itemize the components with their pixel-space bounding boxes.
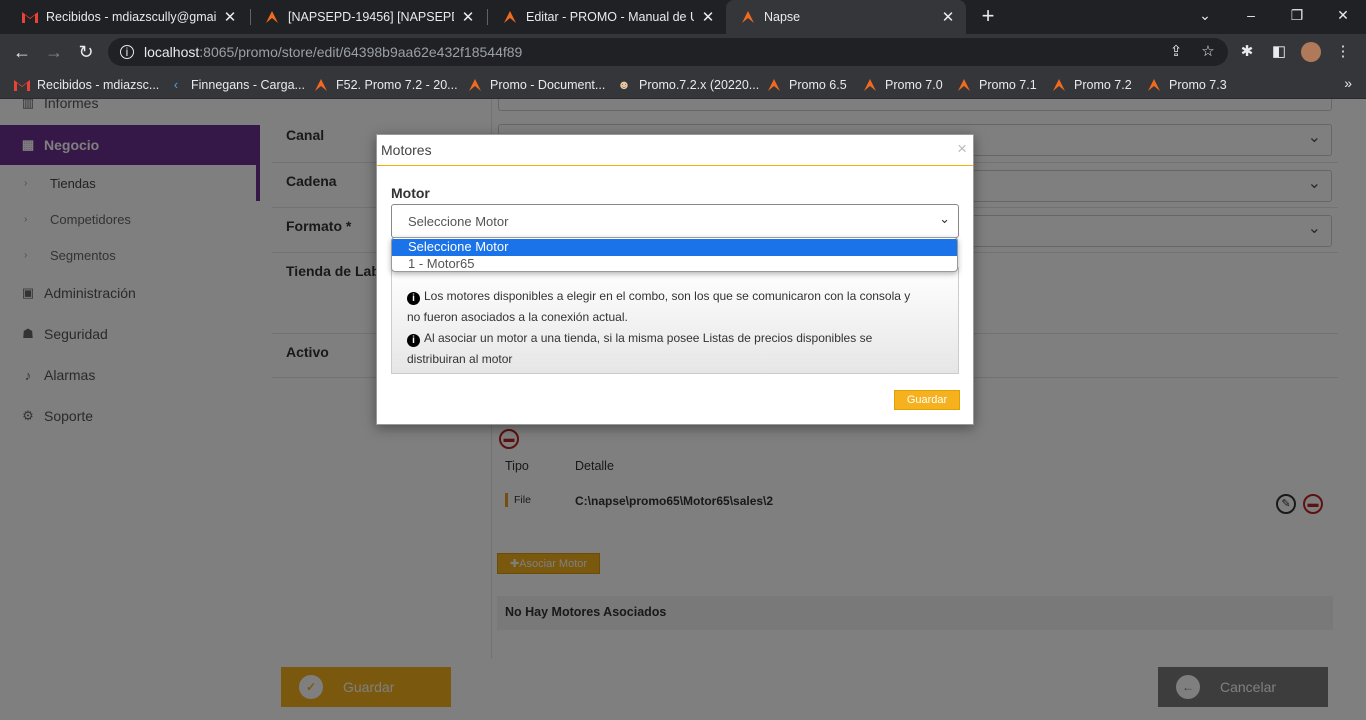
info-icon: i xyxy=(407,334,420,347)
reload-icon[interactable]: ↻ xyxy=(74,40,98,64)
sidepanel-icon[interactable]: ◧ xyxy=(1269,42,1289,62)
gmail-icon xyxy=(14,77,30,93)
bookmark-f52[interactable]: F52. Promo 7.2 - 20... xyxy=(313,75,458,95)
close-tab-icon[interactable]: ✕ xyxy=(940,8,956,26)
napse-icon xyxy=(313,77,329,93)
motor-select[interactable]: Seleccione Motor ⌄ xyxy=(391,204,959,238)
bookmark-promo65[interactable]: Promo 6.5 xyxy=(766,75,847,95)
tab-title: [NAPSEPD-19456] [NAPSEPD-19456] xyxy=(288,10,454,24)
browser-tab-manual[interactable]: Editar - PROMO - Manual de Usuario ✕ xyxy=(488,0,726,34)
browser-tab-napsepd[interactable]: [NAPSEPD-19456] [NAPSEPD-19456] ✕ xyxy=(250,0,486,34)
tab-title: Editar - PROMO - Manual de Usuario xyxy=(526,10,694,24)
finnegans-icon: ‹ xyxy=(173,78,179,92)
back-icon[interactable]: ← xyxy=(10,40,34,64)
site-info-icon[interactable]: i xyxy=(120,45,134,59)
close-tab-icon[interactable]: ✕ xyxy=(222,8,238,26)
browser-toolbar: ← → ↻ i localhost:8065/promo/store/edit/… xyxy=(0,34,1366,70)
info-text: no fueron asociados a la conexión actual… xyxy=(407,310,628,324)
close-tab-icon[interactable]: ✕ xyxy=(700,8,716,26)
bookmarks-bar: Recibidos - mdiazsc... ‹ Finnegans - Carg… xyxy=(0,70,1366,99)
browser-tab-gmail[interactable]: Recibidos - mdiazscully@gmail.com ✕ xyxy=(8,0,248,34)
url-host: localhost xyxy=(144,44,200,60)
bookmark-promo70[interactable]: Promo 7.0 xyxy=(862,75,943,95)
share-icon[interactable]: ⇪ xyxy=(1166,42,1186,62)
bookmark-finnegans[interactable]: ‹ Finnegans - Carga... xyxy=(168,75,305,95)
napse-icon xyxy=(264,9,280,25)
bookmarks-more-icon[interactable]: » xyxy=(1344,75,1352,91)
extensions-icon[interactable]: ✱ xyxy=(1237,42,1257,62)
star-icon[interactable]: ☆ xyxy=(1198,42,1218,62)
close-window-icon[interactable]: ✕ xyxy=(1320,0,1366,30)
info-icon: i xyxy=(407,292,420,305)
option-seleccione-motor[interactable]: Seleccione Motor xyxy=(392,239,957,256)
avatar[interactable] xyxy=(1301,42,1321,62)
minimize-icon[interactable]: – xyxy=(1228,0,1274,30)
bookmark-promo73[interactable]: Promo 7.3 xyxy=(1146,75,1227,95)
menu-dots-icon[interactable]: ⋮ xyxy=(1333,42,1353,62)
chevron-down-icon: ⌄ xyxy=(939,211,950,226)
napse-icon xyxy=(502,9,518,25)
bookmark-promo72x[interactable]: ☻ Promo.7.2.x (20220... xyxy=(616,75,759,95)
new-tab-icon[interactable]: + xyxy=(976,4,1000,28)
napse-icon xyxy=(1051,77,1067,93)
chevron-down-icon[interactable]: ⌄ xyxy=(1182,0,1228,30)
tab-title: Napse xyxy=(764,10,801,24)
close-tab-icon[interactable]: ✕ xyxy=(460,8,476,26)
motor-label: Motor xyxy=(391,185,430,201)
address-bar[interactable]: i localhost:8065/promo/store/edit/64398b… xyxy=(108,38,1228,66)
info-panel: i Los motores disponibles a elegir en el … xyxy=(391,267,959,374)
napse-icon xyxy=(766,77,782,93)
browser-tab-napse[interactable]: Napse ✕ xyxy=(726,0,966,34)
bookmark-promo-doc[interactable]: Promo - Document... xyxy=(467,75,605,95)
bookmark-promo72[interactable]: Promo 7.2 xyxy=(1051,75,1132,95)
napse-icon xyxy=(956,77,972,93)
restore-icon[interactable]: ❐ xyxy=(1274,0,1320,30)
cat-icon: ☻ xyxy=(617,78,631,92)
info-text: distribuiran al motor xyxy=(407,352,513,366)
url-path: :8065/promo/store/edit/64398b9aa62e432f1… xyxy=(199,44,523,60)
bookmark-promo71[interactable]: Promo 7.1 xyxy=(956,75,1037,95)
napse-icon xyxy=(740,9,756,25)
forward-icon[interactable]: → xyxy=(42,40,66,64)
napse-icon xyxy=(1146,77,1162,93)
gmail-icon xyxy=(22,9,38,25)
napse-icon xyxy=(467,77,483,93)
modal-header: Motores × xyxy=(377,135,973,166)
option-motor65[interactable]: 1 - Motor65 xyxy=(392,256,957,271)
motor-dropdown-list: Seleccione Motor 1 - Motor65 xyxy=(391,237,958,272)
bookmark-gmail[interactable]: Recibidos - mdiazsc... xyxy=(14,75,159,95)
tab-title: Recibidos - mdiazscully@gmail.com xyxy=(46,10,216,24)
modal-title: Motores xyxy=(381,142,432,158)
screen: { "browser": { "tabs": [ {"title": "Reci… xyxy=(0,0,1366,720)
motores-modal: Motores × Motor Seleccione Motor ⌄ i Los … xyxy=(376,134,974,425)
close-icon[interactable]: × xyxy=(957,139,967,159)
browser-tabstrip: Recibidos - mdiazscully@gmail.com ✕ [NAP… xyxy=(0,0,1366,34)
modal-guardar-button[interactable]: Guardar xyxy=(894,390,960,410)
napse-icon xyxy=(862,77,878,93)
